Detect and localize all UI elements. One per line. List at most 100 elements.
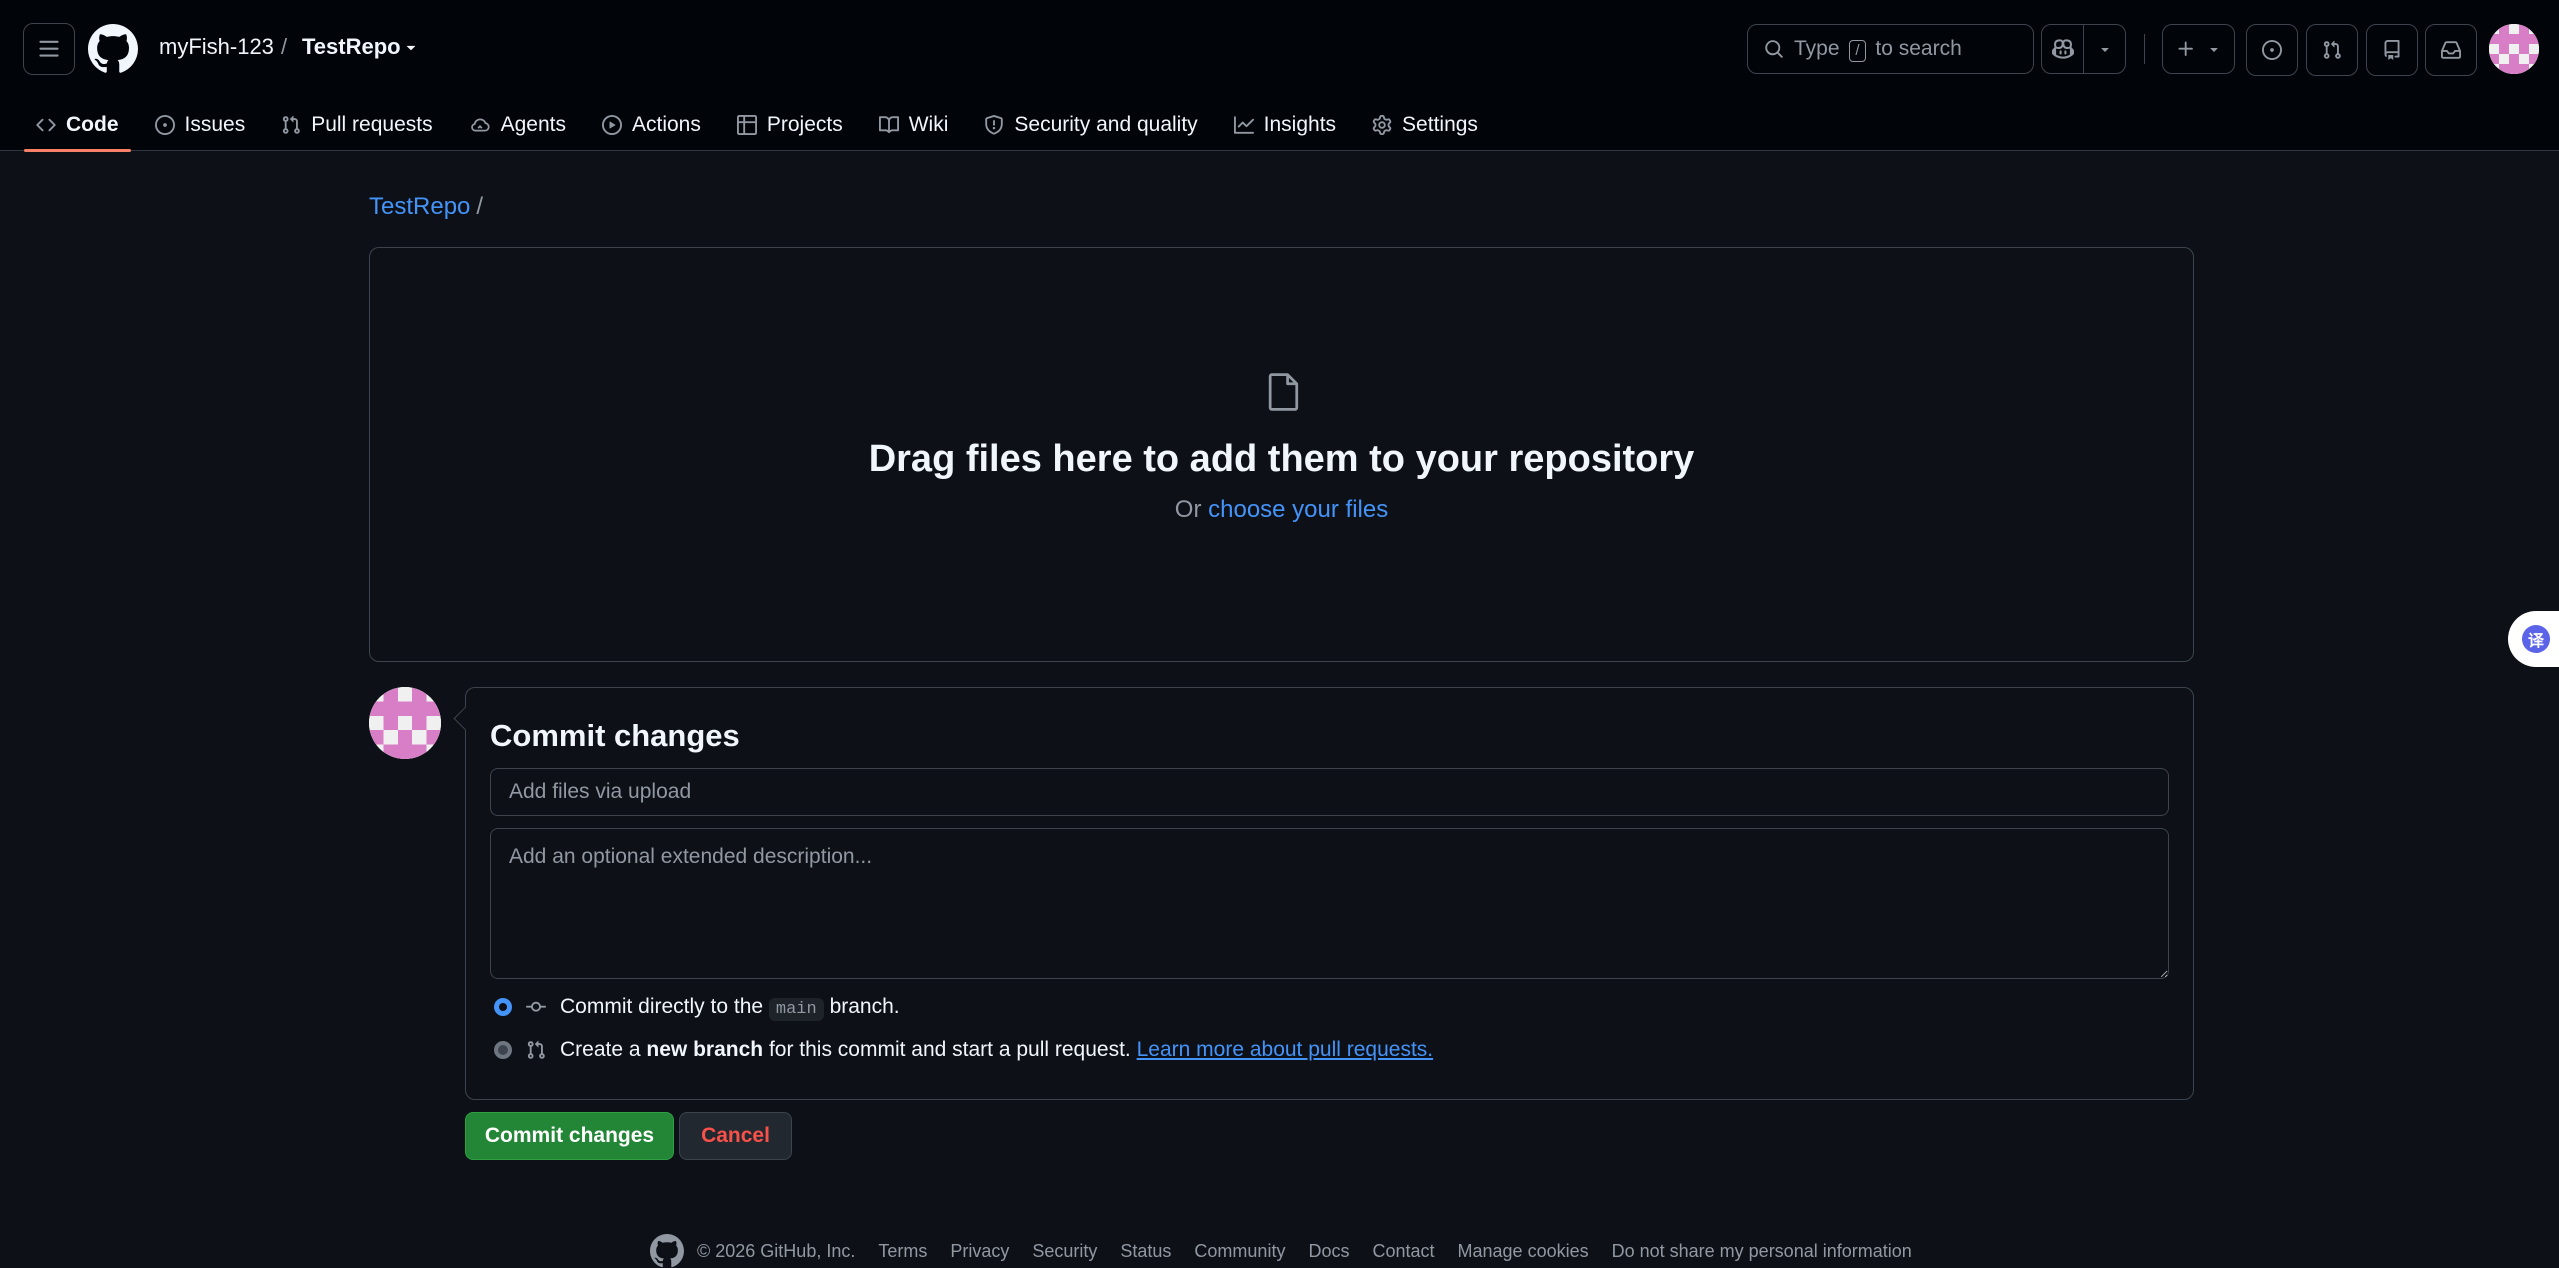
new-branch-prefix: Create a	[560, 1038, 641, 1061]
footer-copyright: © 2026 GitHub, Inc.	[697, 1240, 856, 1261]
repo-nav: Code Issues Pull requests Agents Actions…	[0, 98, 2559, 152]
tab-label: Code	[66, 112, 119, 136]
github-footer-logo-icon[interactable]	[650, 1234, 684, 1268]
graph-icon	[1233, 115, 1254, 134]
issue-opened-icon	[154, 114, 175, 135]
commit-new-branch-option[interactable]: Create a new branch for this commit and …	[494, 1038, 1433, 1062]
search-icon	[1765, 40, 1783, 58]
tab-projects[interactable]: Projects	[725, 98, 855, 151]
commit-changes-button[interactable]: Commit changes	[465, 1112, 674, 1160]
dropzone-title: Drag files here to add them to your repo…	[868, 438, 1695, 480]
commit-new-branch-radio[interactable]	[494, 1041, 512, 1059]
footer-link-status[interactable]: Status	[1120, 1241, 1171, 1262]
tab-pull-requests[interactable]: Pull requests	[269, 98, 444, 151]
repo-switcher-caret-icon[interactable]	[402, 38, 420, 56]
dropzone-or-text: Or	[1174, 496, 1202, 523]
menu-button[interactable]	[23, 23, 75, 75]
footer-link-community[interactable]: Community	[1194, 1241, 1285, 1262]
tab-agents[interactable]: Agents	[457, 98, 578, 151]
tab-code[interactable]: Code	[24, 98, 131, 152]
tab-label: Actions	[632, 112, 701, 136]
tab-label: Projects	[766, 112, 843, 136]
git-pull-request-icon	[283, 115, 300, 134]
issues-button[interactable]	[2246, 24, 2298, 76]
upload-path-breadcrumb: TestRepo /	[369, 193, 483, 221]
tab-actions[interactable]: Actions	[590, 98, 713, 151]
app-header: myFish-123 / TestRepo Type / to search C…	[0, 0, 2559, 152]
footer-link-docs[interactable]: Docs	[1308, 1241, 1349, 1262]
tab-issues[interactable]: Issues	[143, 98, 258, 151]
inbox-icon	[2441, 41, 2461, 59]
plus-icon	[2178, 41, 2193, 56]
commit-direct-option[interactable]: Commit directly to the main branch.	[494, 995, 900, 1021]
code-icon	[36, 118, 56, 131]
issue-opened-icon	[2262, 40, 2282, 60]
tab-wiki[interactable]: Wiki	[867, 98, 961, 151]
commit-author-avatar	[369, 687, 441, 759]
tab-settings[interactable]: Settings	[1360, 98, 1490, 151]
search-prefix: Type	[1794, 36, 1840, 60]
tab-insights[interactable]: Insights	[1222, 98, 1348, 151]
search-input[interactable]: Type / to search	[1747, 24, 2034, 74]
commit-description-input[interactable]	[490, 828, 2169, 979]
tab-security[interactable]: Security and quality	[972, 98, 1209, 151]
translate-widget[interactable]: 译	[2508, 611, 2559, 667]
tab-label: Wiki	[908, 112, 949, 136]
pull-requests-button[interactable]	[2306, 24, 2358, 76]
github-logo-icon[interactable]	[88, 24, 138, 74]
tab-label: Settings	[1402, 112, 1478, 136]
user-avatar[interactable]	[2489, 24, 2539, 74]
choose-files-link[interactable]: choose your files	[1208, 496, 1388, 523]
gear-icon	[1372, 114, 1392, 135]
branch-name-badge: main	[768, 998, 824, 1021]
commit-form-title: Commit changes	[490, 718, 740, 753]
breadcrumb-repo-link[interactable]: TestRepo	[369, 193, 470, 220]
triangle-down-icon	[2209, 48, 2218, 52]
footer-link-manage-cookies[interactable]: Manage cookies	[1458, 1241, 1589, 1262]
file-dropzone[interactable]: Drag files here to add them to your repo…	[369, 247, 2194, 662]
commit-form: Commit changes Commit directly to the ma…	[465, 687, 2194, 1100]
git-pull-request-icon	[527, 1040, 545, 1059]
tab-label: Agents	[500, 112, 566, 136]
triangle-down-icon	[2100, 48, 2109, 52]
commit-new-branch-label: Create a new branch for this commit and …	[560, 1038, 1433, 1062]
commit-direct-radio[interactable]	[494, 998, 512, 1016]
commit-direct-suffix: branch.	[829, 995, 900, 1018]
footer-link-do-not-share[interactable]: Do not share my personal information	[1612, 1241, 1912, 1262]
copilot-button-group	[2041, 24, 2126, 74]
play-icon	[602, 114, 622, 135]
footer-link-terms[interactable]: Terms	[878, 1241, 927, 1262]
header-divider	[2144, 34, 2145, 64]
repo-link[interactable]: TestRepo	[302, 34, 401, 60]
breadcrumb-slash: /	[476, 193, 484, 220]
inbox-button[interactable]	[2425, 24, 2477, 76]
new-branch-suffix: for this commit and start a pull request…	[768, 1038, 1131, 1061]
search-placeholder: Type / to search	[1794, 37, 1962, 62]
footer-link-security[interactable]: Security	[1032, 1241, 1097, 1262]
commit-summary-input[interactable]	[490, 768, 2169, 816]
commit-direct-label: Commit directly to the main branch.	[560, 995, 900, 1021]
top-bar: myFish-123 / TestRepo Type / to search	[0, 0, 2559, 98]
tab-label: Pull requests	[311, 112, 433, 136]
learn-more-pull-requests-link[interactable]: Learn more about pull requests.	[1137, 1038, 1434, 1061]
page-footer: © 2026 GitHub, Inc. Terms Privacy Securi…	[650, 1234, 1912, 1268]
owner-link[interactable]: myFish-123	[159, 34, 274, 60]
agent-cloud-icon	[470, 117, 490, 131]
table-icon	[736, 114, 757, 135]
tab-label: Insights	[1263, 112, 1337, 136]
footer-link-privacy[interactable]: Privacy	[950, 1241, 1009, 1262]
footer-link-contact[interactable]: Contact	[1372, 1241, 1434, 1262]
identicon-icon	[369, 687, 441, 759]
cancel-button[interactable]: Cancel	[679, 1112, 792, 1160]
hamburger-icon	[39, 40, 59, 57]
git-pull-request-icon	[2323, 40, 2341, 59]
repositories-button[interactable]	[2366, 24, 2418, 76]
commit-direct-prefix: Commit directly to the	[560, 995, 764, 1018]
search-suffix: to search	[1875, 36, 1962, 60]
copilot-button[interactable]	[2042, 25, 2083, 73]
tab-label: Issues	[184, 112, 246, 136]
create-new-button[interactable]	[2162, 24, 2235, 74]
tab-label: Security and quality	[1014, 112, 1198, 136]
owner-repo-separator: /	[281, 34, 288, 59]
copilot-menu-button[interactable]	[2083, 25, 2125, 73]
